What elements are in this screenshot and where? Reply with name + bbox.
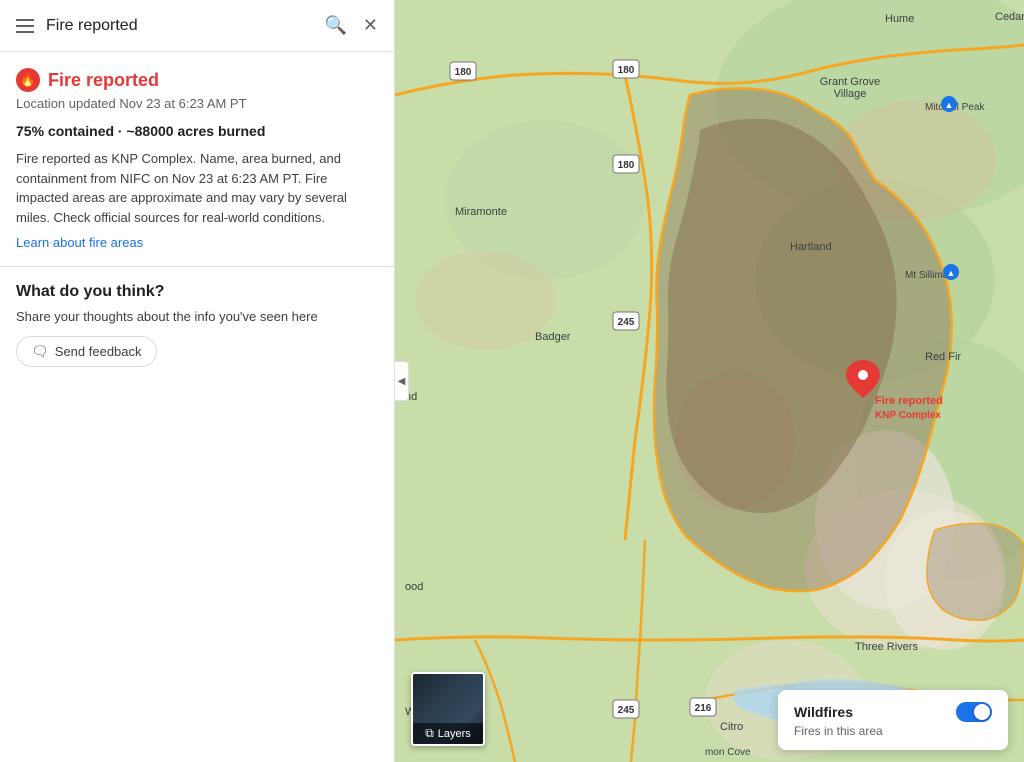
svg-text:Grant Grove: Grant Grove [820, 76, 881, 88]
svg-text:Fire reported: Fire reported [875, 395, 943, 407]
map-canvas: Hume Cedar Grant Grove Village Mitchell … [395, 0, 1024, 762]
left-panel: Fire reported 🔍 ✕ Fire reported Location… [0, 0, 395, 762]
svg-text:Citro: Citro [720, 721, 743, 733]
hamburger-icon[interactable] [12, 15, 38, 37]
info-area: Fire reported Location updated Nov 23 at… [0, 52, 394, 762]
feedback-icon: 🗨 [31, 343, 49, 360]
feedback-subtext: Share your thoughts about the info you'v… [16, 309, 378, 324]
svg-text:Three Rivers: Three Rivers [855, 641, 918, 653]
toggle-knob [974, 704, 990, 720]
svg-text:▲: ▲ [947, 268, 956, 278]
svg-text:216: 216 [695, 703, 712, 714]
svg-text:Red Fir: Red Fir [925, 351, 961, 363]
svg-text:180: 180 [618, 65, 635, 76]
fire-title-row: Fire reported [16, 68, 378, 92]
learn-about-fire-areas-link[interactable]: Learn about fire areas [16, 235, 378, 250]
search-icon[interactable]: 🔍 [320, 11, 350, 40]
search-input[interactable]: Fire reported [46, 17, 312, 35]
layers-label-area: ⧉ Layers [413, 723, 483, 744]
svg-text:Hume: Hume [885, 13, 914, 25]
svg-text:Village: Village [834, 88, 867, 100]
svg-text:Badger: Badger [535, 331, 571, 343]
svg-text:KNP Complex: KNP Complex [875, 410, 941, 421]
send-feedback-button[interactable]: 🗨 Send feedback [16, 336, 157, 367]
svg-text:180: 180 [455, 67, 472, 78]
svg-text:245: 245 [618, 705, 635, 716]
svg-text:mon Cove: mon Cove [705, 747, 751, 758]
svg-text:245: 245 [618, 317, 635, 328]
svg-text:Cedar: Cedar [995, 11, 1024, 23]
search-bar: Fire reported 🔍 ✕ [0, 0, 394, 52]
wildfires-row: Wildfires [794, 702, 992, 722]
fire-description: Fire reported as KNP Complex. Name, area… [16, 149, 378, 227]
send-feedback-label: Send feedback [55, 344, 142, 359]
divider [0, 266, 394, 267]
wildfires-panel: Wildfires Fires in this area [778, 690, 1008, 750]
wildfires-label: Wildfires [794, 704, 853, 720]
svg-text:180: 180 [618, 160, 635, 171]
layers-thumbnail: ⧉ Layers [411, 672, 485, 746]
containment-info: 75% contained · ~88000 acres burned [16, 123, 378, 139]
svg-text:ood: ood [405, 581, 423, 593]
fires-in-area-label: Fires in this area [794, 724, 992, 738]
feedback-section: What do you think? Share your thoughts a… [16, 283, 378, 367]
fire-icon [16, 68, 40, 92]
svg-text:Miramonte: Miramonte [455, 206, 507, 218]
collapse-panel-button[interactable]: ◀ [395, 361, 409, 401]
layers-text: Layers [438, 728, 471, 740]
svg-text:Hartland: Hartland [790, 241, 832, 253]
wildfires-toggle[interactable] [956, 702, 992, 722]
fire-title: Fire reported [48, 70, 159, 91]
location-updated: Location updated Nov 23 at 6:23 AM PT [16, 96, 378, 111]
close-icon[interactable]: ✕ [359, 11, 382, 40]
feedback-heading: What do you think? [16, 283, 378, 301]
layers-control[interactable]: ⧉ Layers [411, 672, 485, 746]
map-area[interactable]: ◀ [395, 0, 1024, 762]
svg-text:▲: ▲ [945, 100, 954, 110]
